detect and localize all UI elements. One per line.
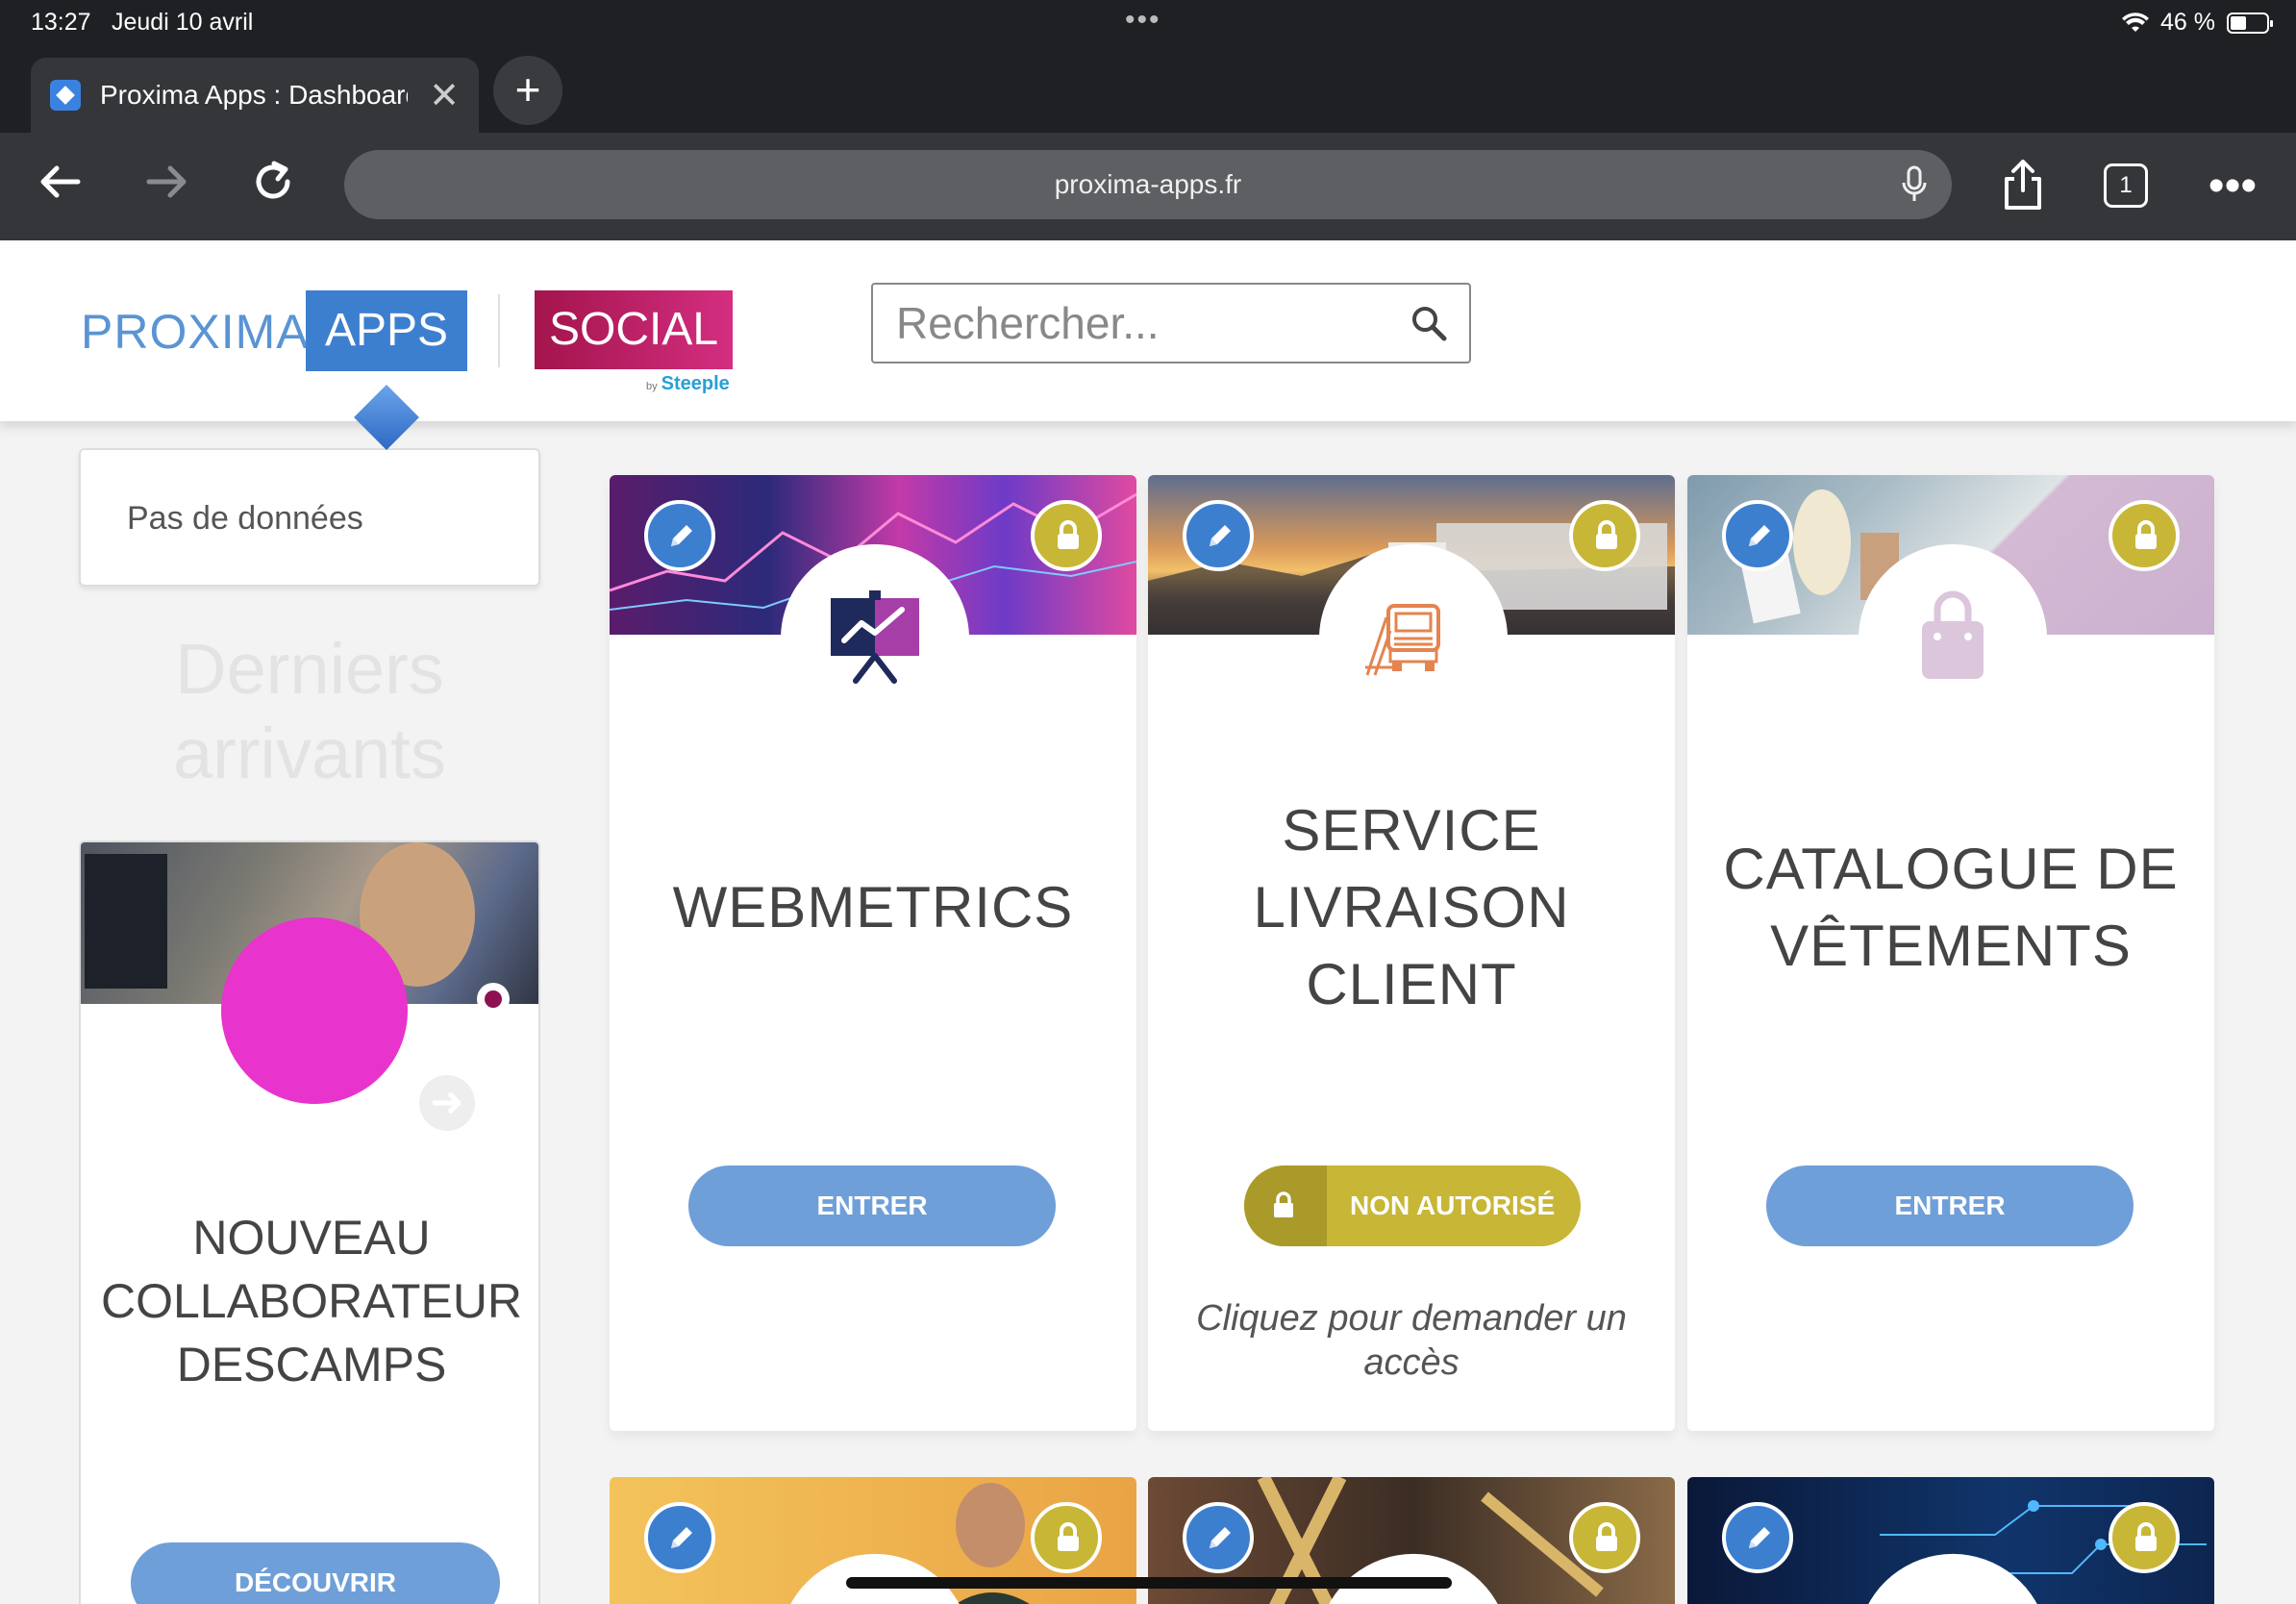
new-tab-button[interactable]: + (493, 56, 562, 125)
edit-pencil-icon[interactable] (1183, 500, 1254, 571)
logo-social[interactable]: SOCIAL (535, 290, 733, 369)
edit-pencil-icon[interactable] (1722, 1502, 1793, 1573)
status-right: 46 % (2122, 9, 2273, 37)
empty-state-panel: Pas de données (79, 448, 540, 587)
app-title: CATALOGUE DE VÊTEMENTS (1723, 837, 2179, 978)
truck-icon (1365, 604, 1440, 676)
status-bar: 13:27 Jeudi 10 avril ••• 46 % (0, 0, 2296, 44)
search-box (871, 283, 1471, 363)
presentation-chart-icon (831, 590, 919, 684)
site-header: PROXIMA APPS SOCIAL by Steeple (0, 240, 2296, 421)
app-card-catalogue-vetements[interactable]: CATALOGUE DE VÊTEMENTS ENTRER (1687, 475, 2214, 1431)
not-authorized-label: NON AUTORISÉ (1350, 1190, 1556, 1220)
app-card-service-livraison[interactable]: SERVICE LIVRAISON CLIENT NON AUTORISÉ Cl… (1148, 475, 1675, 1431)
lock-icon (1244, 1165, 1327, 1246)
edit-pencil-icon[interactable] (644, 1502, 715, 1573)
lock-icon[interactable] (1031, 1502, 1102, 1573)
news-title: NOUVEAU COLLABORATEUR DESCAMPS (100, 1211, 523, 1391)
address-bar[interactable]: proxima-apps.fr (344, 150, 1952, 219)
avatar (221, 917, 408, 1104)
discover-button[interactable]: DÉCOUVRIR (131, 1542, 500, 1604)
home-indicator[interactable] (846, 1577, 1452, 1589)
more-menu-icon[interactable]: ••• (2204, 158, 2261, 215)
lock-icon[interactable] (1569, 500, 1640, 571)
status-date: Jeudi 10 avril (112, 9, 254, 36)
close-tab-icon[interactable]: ✕ (429, 74, 460, 117)
edit-pencil-icon[interactable] (644, 500, 715, 571)
new-collaborator-card[interactable]: ➜ NOUVEAU COLLABORATEUR DESCAMPS DÉCOUVR… (79, 840, 540, 1604)
multitask-dots-icon[interactable]: ••• (1125, 4, 1161, 37)
status-time: 13:27 (31, 9, 91, 36)
logo-steeple-label: Steeple (661, 373, 730, 394)
app-icon-circle (1319, 544, 1508, 733)
recent-arrivals-title: Derniers arrivants (173, 629, 446, 793)
battery-percent: 46 % (2160, 9, 2215, 36)
photo-monitor (85, 854, 167, 989)
forward-arrow-icon[interactable] (138, 158, 196, 215)
logo-divider (498, 294, 500, 367)
logo-steeple: by Steeple (646, 373, 730, 395)
browser-tab[interactable]: Proxima Apps : Dashboard ✕ (31, 58, 479, 133)
status-dot (477, 983, 510, 1015)
browser-tab-bar: Proxima Apps : Dashboard ✕ + (0, 44, 2296, 133)
wifi-icon (2122, 12, 2150, 32)
app-card-partial-3[interactable] (1687, 1477, 2214, 1604)
app-title: WEBMETRICS (672, 875, 1074, 940)
share-icon[interactable] (1994, 158, 2052, 215)
reload-icon[interactable] (244, 158, 302, 215)
browser-toolbar: proxima-apps.fr 1 ••• (0, 133, 2296, 240)
tab-title: Proxima Apps : Dashboard (100, 80, 408, 110)
lock-icon[interactable] (1569, 1502, 1640, 1573)
battery-icon (2227, 12, 2273, 34)
back-arrow-icon[interactable] (31, 158, 88, 215)
request-access-link[interactable]: Cliquez pour demander un accès (1177, 1296, 1646, 1385)
tabs-overview-button[interactable]: 1 (2104, 163, 2148, 208)
logo-apps[interactable]: APPS (306, 290, 467, 371)
microphone-icon[interactable] (1900, 150, 1929, 228)
favicon-icon (50, 80, 81, 111)
edit-pencil-icon[interactable] (1722, 500, 1793, 571)
arrow-right-icon[interactable]: ➜ (419, 1075, 475, 1131)
lock-icon[interactable] (2109, 500, 2180, 571)
lock-icon[interactable] (2109, 1502, 2180, 1573)
shopping-bag-icon (1922, 590, 1984, 679)
not-authorized-button[interactable]: NON AUTORISÉ (1244, 1165, 1581, 1246)
logo-by-label: by (646, 381, 658, 392)
url-text: proxima-apps.fr (1054, 169, 1242, 199)
enter-button[interactable]: ENTRER (688, 1165, 1056, 1246)
app-title: SERVICE LIVRAISON CLIENT (1253, 798, 1570, 1016)
app-icon-circle (781, 544, 969, 733)
search-input[interactable] (873, 285, 1392, 362)
app-card-webmetrics[interactable]: WEBMETRICS ENTRER (610, 475, 1136, 1431)
edit-pencil-icon[interactable] (1183, 1502, 1254, 1573)
logo-proxima[interactable]: PROXIMA (81, 304, 310, 360)
lock-icon[interactable] (1031, 500, 1102, 571)
search-icon[interactable] (1410, 304, 1448, 342)
enter-button[interactable]: ENTRER (1766, 1165, 2134, 1246)
app-icon-circle (1859, 544, 2047, 733)
